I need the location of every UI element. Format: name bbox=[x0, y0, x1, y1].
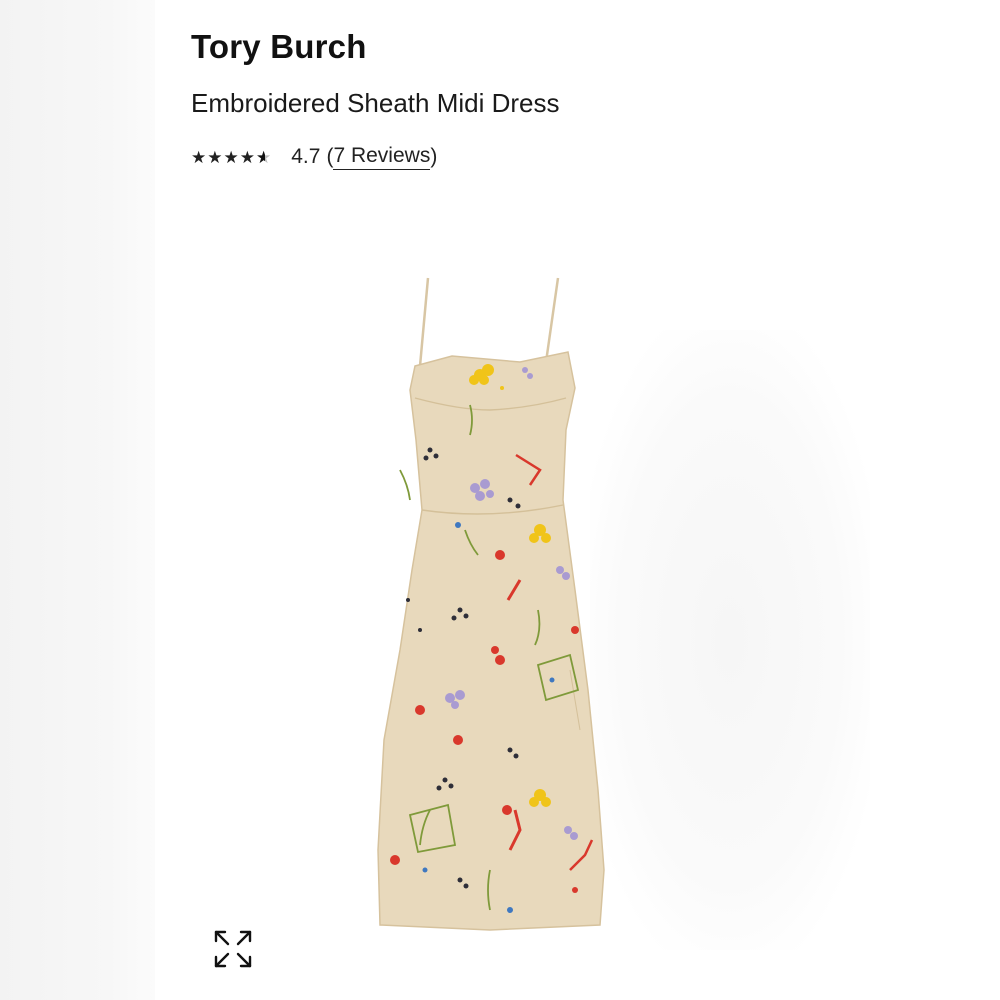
close-paren: ) bbox=[430, 145, 438, 168]
star-icon: ★ bbox=[191, 147, 207, 167]
expand-arrows-icon[interactable] bbox=[212, 928, 254, 970]
rating-stars: ★ ★ ★ ★ ★ ★ bbox=[191, 149, 271, 166]
dress-body bbox=[377, 351, 605, 931]
product-title: Embroidered Sheath Midi Dress bbox=[191, 88, 560, 118]
background-shade-left bbox=[0, 0, 155, 1000]
rating-row: ★ ★ ★ ★ ★ ★ 4.7 ( 7 Reviews ) bbox=[191, 144, 437, 170]
reviews-link[interactable]: 7 Reviews bbox=[333, 144, 431, 170]
right-strap bbox=[544, 277, 560, 363]
open-paren: ( bbox=[326, 145, 334, 168]
star-icon: ★ bbox=[207, 147, 223, 167]
background-shade-right bbox=[590, 330, 870, 950]
rating-value: 4.7 bbox=[291, 145, 321, 168]
brand-name: Tory Burch bbox=[191, 28, 367, 65]
star-icon: ★ bbox=[223, 147, 239, 167]
product-image[interactable] bbox=[370, 270, 630, 940]
star-icon: ★ bbox=[239, 147, 255, 167]
half-star-icon: ★ ★ bbox=[256, 147, 272, 167]
left-strap bbox=[418, 277, 430, 367]
